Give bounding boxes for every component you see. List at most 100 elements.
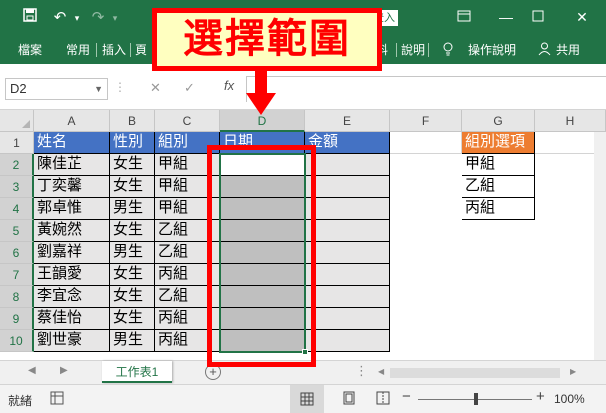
close-icon[interactable]: ✕ [572,7,592,27]
share-button[interactable]: 共用 [556,42,580,58]
column-header-g[interactable]: G [462,110,535,132]
cell-gender-header[interactable]: 性別 [110,132,155,154]
tab-file[interactable]: 檔案 [18,42,42,58]
column-header-b[interactable]: B [110,110,155,132]
normal-view-button[interactable] [290,385,324,413]
cell-empty[interactable] [390,132,462,154]
status-bar: 就緒 − + 100% [0,384,606,413]
column-header-c[interactable]: C [155,110,220,132]
redo-dropdown-icon[interactable]: ▾ [110,8,120,28]
tab-separator [130,43,131,57]
insert-function-button[interactable]: fx [224,78,234,93]
sheet-tab-1[interactable]: 工作表1 [102,361,172,383]
zoom-level[interactable]: 100% [554,392,585,406]
column-header-f[interactable]: F [390,110,462,132]
cell-amount[interactable] [305,242,390,264]
column-header-e[interactable]: E [305,110,390,132]
scroll-right-icon[interactable]: ▶ [570,367,576,376]
cell-name[interactable]: 黃婉然 [34,220,110,242]
row-header[interactable]: 7 [0,264,34,286]
cell-amount[interactable] [305,264,390,286]
status-ready: 就緒 [8,394,33,408]
redo-icon[interactable]: ↷ [88,8,108,28]
cell-gender[interactable]: 女生 [110,220,155,242]
page-break-view-icon[interactable] [376,391,390,408]
cell-name[interactable]: 丁奕馨 [34,176,110,198]
next-sheet-icon[interactable]: ▶ [60,365,68,376]
cell-name[interactable]: 劉嘉祥 [34,242,110,264]
cell-name[interactable]: 蔡佳怡 [34,308,110,330]
row-header[interactable]: 3 [0,176,34,198]
zoom-in-icon[interactable]: + [536,388,545,405]
tab-split-grip-icon[interactable]: ⋮ [355,363,368,379]
confirm-entry-icon[interactable]: ✓ [184,80,195,96]
minimize-icon[interactable]: — [496,7,516,27]
select-all-button[interactable] [0,110,34,132]
maximize-icon[interactable] [528,7,548,27]
cell-name-header[interactable]: 姓名 [34,132,110,154]
prev-sheet-icon[interactable]: ◀ [28,365,36,376]
cell-amount[interactable] [305,176,390,198]
cell-option[interactable]: 甲組 [462,154,535,176]
tab-page-layout[interactable]: 頁 [135,42,147,58]
cell-amount[interactable] [305,308,390,330]
lightbulb-icon [442,42,454,60]
row-header[interactable]: 9 [0,308,34,330]
cell-amount-header[interactable]: 金額 [305,132,390,154]
name-box[interactable]: D2 ▼ [5,78,108,100]
cell-gender[interactable]: 男生 [110,198,155,220]
cell-group-options-header[interactable]: 組別選項 [462,132,535,154]
page-layout-view-icon[interactable] [342,391,356,408]
cell-amount[interactable] [305,154,390,176]
callout-arrow-icon [246,93,276,115]
column-header-a[interactable]: A [34,110,110,132]
cell-gender[interactable]: 男生 [110,330,155,352]
tab-insert[interactable]: 插入 [102,42,126,58]
row-header[interactable]: 1 [0,132,34,154]
tab-home[interactable]: 常用 [66,42,90,58]
save-icon[interactable] [20,8,40,28]
cell-name[interactable]: 李宜念 [34,286,110,308]
name-box-dropdown-icon[interactable]: ▼ [94,79,103,99]
column-header-h[interactable]: H [535,110,606,132]
row-header[interactable]: 6 [0,242,34,264]
cell-amount[interactable] [305,286,390,308]
cell-name[interactable]: 陳佳芷 [34,154,110,176]
cell-gender[interactable]: 女生 [110,176,155,198]
vertical-scrollbar[interactable] [594,132,606,360]
row-header[interactable]: 4 [0,198,34,220]
cell-name[interactable]: 郭卓惟 [34,198,110,220]
cell-option[interactable]: 乙組 [462,176,535,198]
cell-gender[interactable]: 女生 [110,154,155,176]
cell-gender[interactable]: 女生 [110,264,155,286]
share-user-icon[interactable] [538,42,551,60]
row-header[interactable]: 5 [0,220,34,242]
cell-amount[interactable] [305,330,390,352]
tab-separator [96,43,97,57]
restore-icon[interactable] [454,7,474,27]
cell-gender[interactable]: 女生 [110,308,155,330]
undo-dropdown-icon[interactable]: ▾ [72,8,82,28]
zoom-out-icon[interactable]: − [402,388,411,405]
cell-name[interactable]: 劉世豪 [34,330,110,352]
tell-me-search[interactable]: 操作說明 [468,42,516,58]
row-header[interactable]: 2 [0,154,34,176]
cell-amount[interactable] [305,198,390,220]
horizontal-scrollbar[interactable] [390,368,560,378]
sheet-stats-icon[interactable] [50,391,64,408]
zoom-slider-thumb[interactable] [474,393,478,405]
formula-input[interactable] [246,76,606,102]
undo-icon[interactable]: ↶ [50,8,70,28]
callout-box: 選擇範圍 [152,8,382,71]
cell-amount[interactable] [305,220,390,242]
scroll-left-icon[interactable]: ◀ [378,367,384,376]
row-header[interactable]: 10 [0,330,34,352]
cell-gender[interactable]: 女生 [110,286,155,308]
cell-gender[interactable]: 男生 [110,242,155,264]
row-header[interactable]: 8 [0,286,34,308]
name-box-value: D2 [10,81,27,96]
cancel-entry-icon[interactable]: ✕ [150,80,161,96]
cell-name[interactable]: 王韻愛 [34,264,110,286]
cell-option[interactable]: 丙組 [462,198,535,220]
tab-view[interactable]: 說明 [401,42,425,58]
